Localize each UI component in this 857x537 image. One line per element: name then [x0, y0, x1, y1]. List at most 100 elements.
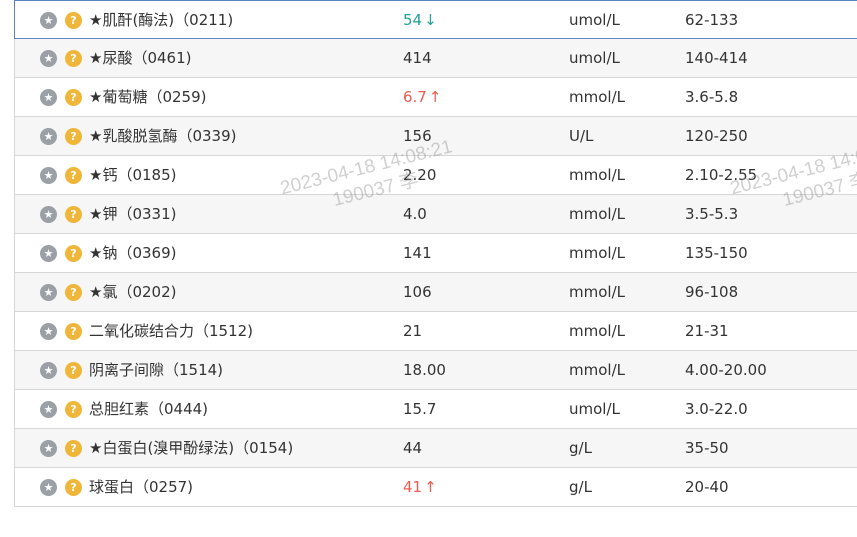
lab-results-table: ★? ★肌酐(酶法)（0211) 54 ↓ umol/L 62-133 ★? ★尿酸（0461… — [14, 0, 857, 507]
table-row[interactable]: ★? 阴离子间隙（1514) 18.00 mmol/L 4.00-20.00 — [15, 351, 857, 390]
table-row[interactable]: ★? ★钠（0369) 141 mmol/L 135-150 — [15, 234, 857, 273]
item-name: 二氧化碳结合力（1512) — [89, 322, 254, 340]
reference-range: 21-31 — [685, 322, 729, 340]
unit: g/L — [569, 439, 592, 457]
flag-arrow-icon: ↑ — [424, 478, 437, 496]
table-row[interactable]: ★? ★白蛋白(溴甲酚绿法)（0154) 44 g/L 35-50 — [15, 429, 857, 468]
table-row[interactable]: ★? ★肌酐(酶法)（0211) 54 ↓ umol/L 62-133 — [14, 0, 857, 39]
star-icon[interactable]: ★ — [40, 323, 57, 340]
table-row[interactable]: ★? ★葡萄糖（0259) 6.7 ↑ mmol/L 3.6-5.8 — [15, 78, 857, 117]
star-icon[interactable]: ★ — [40, 245, 57, 262]
unit: mmol/L — [569, 244, 625, 262]
item-name: ★钙（0185) — [89, 166, 177, 184]
table-row[interactable]: ★? ★乳酸脱氢酶（0339) 156 U/L 120-250 — [15, 117, 857, 156]
result-value: 106 — [403, 273, 434, 312]
help-icon[interactable]: ? — [65, 167, 82, 184]
help-icon[interactable]: ? — [65, 440, 82, 457]
help-icon[interactable]: ? — [65, 206, 82, 223]
table-row[interactable]: ★? ★尿酸（0461) 414 umol/L 140-414 — [15, 39, 857, 78]
star-icon[interactable]: ★ — [40, 362, 57, 379]
reference-range: 62-133 — [685, 11, 739, 29]
item-name: ★尿酸（0461) — [89, 49, 192, 67]
star-icon[interactable]: ★ — [40, 206, 57, 223]
help-icon[interactable]: ? — [65, 12, 82, 29]
result-value: 21 — [403, 312, 424, 351]
result-value: 15.7 — [403, 390, 438, 429]
reference-range: 4.00-20.00 — [685, 361, 767, 379]
unit: mmol/L — [569, 166, 625, 184]
help-icon[interactable]: ? — [65, 50, 82, 67]
value-text: 4.0 — [403, 205, 427, 223]
item-name: ★钾（0331) — [89, 205, 177, 223]
unit: mmol/L — [569, 322, 625, 340]
result-value: 41 ↑ — [403, 468, 437, 507]
star-icon[interactable]: ★ — [40, 440, 57, 457]
value-text: 41 — [403, 478, 423, 496]
help-icon[interactable]: ? — [65, 362, 82, 379]
value-text: 44 — [403, 439, 423, 457]
unit: umol/L — [569, 11, 620, 29]
item-name: ★钠（0369) — [89, 244, 177, 262]
result-value: 156 — [403, 117, 434, 156]
unit: umol/L — [569, 49, 620, 67]
item-name: ★白蛋白(溴甲酚绿法)（0154) — [89, 439, 294, 457]
star-icon[interactable]: ★ — [40, 89, 57, 106]
unit: mmol/L — [569, 88, 625, 106]
star-icon[interactable]: ★ — [40, 479, 57, 496]
star-icon[interactable]: ★ — [40, 12, 57, 29]
result-value: 414 — [403, 39, 434, 78]
reference-range: 3.5-5.3 — [685, 205, 739, 223]
item-name: ★乳酸脱氢酶（0339) — [89, 127, 237, 145]
unit: umol/L — [569, 400, 620, 418]
help-icon[interactable]: ? — [65, 479, 82, 496]
star-icon[interactable]: ★ — [40, 284, 57, 301]
result-value: 141 — [403, 234, 434, 273]
help-icon[interactable]: ? — [65, 284, 82, 301]
flag-arrow-icon: ↓ — [424, 11, 437, 29]
table-row[interactable]: ★? ★钾（0331) 4.0 mmol/L 3.5-5.3 — [15, 195, 857, 234]
reference-range: 120-250 — [685, 127, 748, 145]
reference-range: 20-40 — [685, 478, 729, 496]
star-icon[interactable]: ★ — [40, 167, 57, 184]
reference-range: 140-414 — [685, 49, 748, 67]
result-value: 2.20 — [403, 156, 438, 195]
result-value: 44 — [403, 429, 424, 468]
flag-arrow-icon: ↑ — [428, 88, 442, 106]
value-text: 54 — [403, 11, 423, 29]
value-text: 156 — [403, 127, 432, 145]
value-text: 106 — [403, 283, 432, 301]
table-row[interactable]: ★? ★氯（0202) 106 mmol/L 96-108 — [15, 273, 857, 312]
item-name: 球蛋白（0257) — [89, 478, 194, 496]
item-name: ★氯（0202) — [89, 283, 177, 301]
unit: mmol/L — [569, 283, 625, 301]
help-icon[interactable]: ? — [65, 401, 82, 418]
item-name: ★葡萄糖（0259) — [89, 88, 207, 106]
help-icon[interactable]: ? — [65, 323, 82, 340]
table-row[interactable]: ★? 总胆红素（0444) 15.7 umol/L 3.0-22.0 — [15, 390, 857, 429]
help-icon[interactable]: ? — [65, 245, 82, 262]
table-row[interactable]: ★? 球蛋白（0257) 41 ↑ g/L 20-40 — [15, 468, 857, 507]
reference-range: 3.6-5.8 — [685, 88, 739, 106]
result-value: 4.0 — [403, 195, 429, 234]
star-icon[interactable]: ★ — [40, 128, 57, 145]
result-value: 18.00 — [403, 351, 448, 390]
value-text: 141 — [403, 244, 432, 262]
table-row[interactable]: ★? ★钙（0185) 2.20 mmol/L 2.10-2.55 — [15, 156, 857, 195]
value-text: 2.20 — [403, 166, 437, 184]
result-value: 54 ↓ — [403, 1, 437, 40]
item-name: 总胆红素（0444) — [89, 400, 209, 418]
result-value: 6.7 ↑ — [403, 78, 441, 117]
star-icon[interactable]: ★ — [40, 401, 57, 418]
help-icon[interactable]: ? — [65, 89, 82, 106]
value-text: 414 — [403, 49, 432, 67]
reference-range: 2.10-2.55 — [685, 166, 758, 184]
table-row[interactable]: ★? 二氧化碳结合力（1512) 21 mmol/L 21-31 — [15, 312, 857, 351]
value-text: 18.00 — [403, 361, 446, 379]
unit: U/L — [569, 127, 594, 145]
star-icon[interactable]: ★ — [40, 50, 57, 67]
reference-range: 3.0-22.0 — [685, 400, 748, 418]
item-name: ★肌酐(酶法)（0211) — [89, 11, 234, 29]
unit: g/L — [569, 478, 592, 496]
help-icon[interactable]: ? — [65, 128, 82, 145]
unit: mmol/L — [569, 205, 625, 223]
